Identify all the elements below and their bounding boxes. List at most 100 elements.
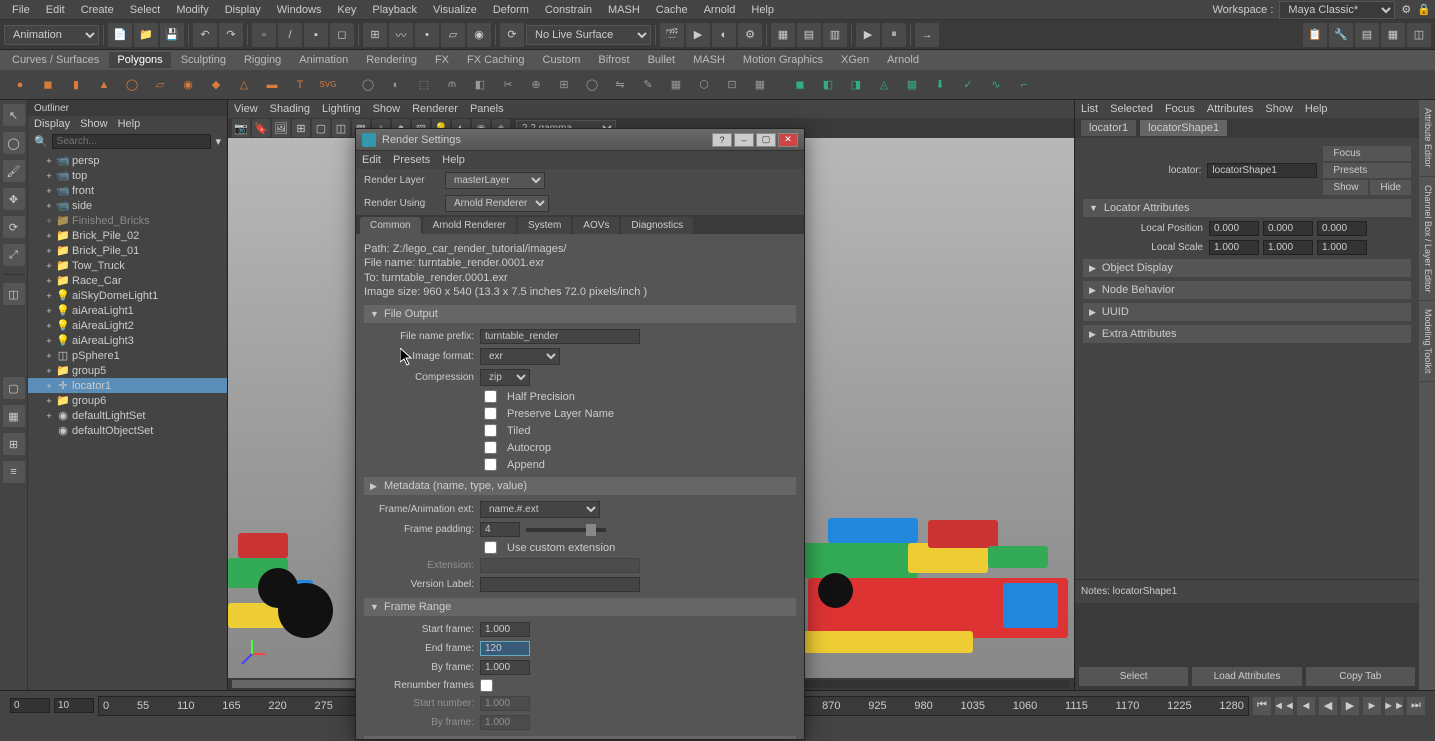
next-icon[interactable]: → [915, 23, 939, 47]
snap-plane-icon[interactable]: ▱ [441, 23, 465, 47]
play-back-icon[interactable]: ◀ [1319, 697, 1337, 715]
side-tab-modeling-toolkit[interactable]: Modeling Toolkit [1419, 301, 1435, 382]
notes-textarea[interactable] [1075, 603, 1419, 663]
poly-torus-icon[interactable]: ◯ [120, 73, 144, 97]
section-file-output[interactable]: ▼File Output [364, 305, 796, 323]
dialog-titlebar[interactable]: Render Settings ? – ▢ ✕ [356, 129, 804, 151]
render-using-select[interactable]: Arnold Renderer [445, 195, 549, 212]
outliner-item-psphere1[interactable]: +◫pSphere1 [28, 348, 227, 363]
frame-padding-slider[interactable] [526, 528, 606, 532]
poly-pyramid-icon[interactable]: △ [232, 73, 256, 97]
bevel-icon[interactable]: ◧ [468, 73, 492, 97]
attr-menu-selected[interactable]: Selected [1110, 103, 1153, 115]
live-surface-select[interactable]: No Live Surface [526, 25, 651, 45]
menu-windows[interactable]: Windows [269, 2, 330, 18]
separate-icon[interactable]: ◐ [384, 73, 408, 97]
single-perspective-icon[interactable]: ▢ [3, 377, 25, 399]
render-layer-select[interactable]: masterLayer [445, 172, 545, 189]
sculpt-icon[interactable]: ✎ [636, 73, 660, 97]
local-position-x[interactable] [1209, 221, 1259, 236]
compression-select[interactable]: zip [480, 369, 530, 386]
dlg-tab-arnold[interactable]: Arnold Renderer [423, 217, 516, 234]
menu-modify[interactable]: Modify [168, 2, 216, 18]
renumber-frames-checkbox[interactable] [480, 679, 493, 692]
outliner-item-group5[interactable]: +📁group5 [28, 363, 227, 378]
outliner-search-input[interactable] [52, 134, 212, 149]
insert-edge-icon[interactable]: ⊞ [552, 73, 576, 97]
shelf-tab-arnold[interactable]: Arnold [879, 52, 927, 68]
shelf-tab-bullet[interactable]: Bullet [640, 52, 684, 68]
dlg-tab-aovs[interactable]: AOVs [573, 217, 619, 234]
section-object-display[interactable]: ▶Object Display [1083, 259, 1411, 277]
dlg-tab-system[interactable]: System [518, 217, 571, 234]
vp-resolution-gate-icon[interactable]: ◫ [332, 119, 350, 137]
poly-type-icon[interactable]: T [288, 73, 312, 97]
version-label-input[interactable] [480, 577, 640, 592]
menu-display[interactable]: Display [217, 2, 269, 18]
menu-help[interactable]: Help [743, 2, 782, 18]
layer-editor-toggle-icon[interactable]: ▦ [1381, 23, 1405, 47]
vp-menu-show[interactable]: Show [373, 103, 401, 115]
section-extra-attributes[interactable]: ▶Extra Attributes [1083, 325, 1411, 343]
saved-layout-icon[interactable]: ⊞ [3, 433, 25, 455]
four-view-icon[interactable]: ▦ [3, 405, 25, 427]
outliner-item-front[interactable]: +📹front [28, 183, 227, 198]
menu-cache[interactable]: Cache [648, 2, 696, 18]
step-fwd-key-icon[interactable]: ►► [1385, 697, 1403, 715]
open-scene-icon[interactable]: 📁 [134, 23, 158, 47]
presets-button[interactable]: Presets [1323, 163, 1411, 178]
section-frame-range[interactable]: ▼Frame Range [364, 598, 796, 616]
menuset-select[interactable]: Animation [4, 25, 99, 45]
go-start-icon[interactable]: ⏮ [1253, 697, 1271, 715]
poly-disc-icon[interactable]: ◉ [176, 73, 200, 97]
step-fwd-icon[interactable]: ► [1363, 697, 1381, 715]
dlg-tab-diagnostics[interactable]: Diagnostics [621, 217, 693, 234]
mirror-icon[interactable]: ⇋ [608, 73, 632, 97]
last-tool-icon[interactable]: ◫ [3, 283, 25, 305]
menu-deform[interactable]: Deform [485, 2, 537, 18]
snap-live-icon[interactable]: ◉ [467, 23, 491, 47]
panel-layout2-icon[interactable]: ▤ [797, 23, 821, 47]
outliner-item-aiarealight2[interactable]: +💡aiAreaLight2 [28, 318, 227, 333]
menu-create[interactable]: Create [73, 2, 122, 18]
panel-layout1-icon[interactable]: ▦ [771, 23, 795, 47]
side-tab-channel-box[interactable]: Channel Box / Layer Editor [1419, 177, 1435, 302]
attr-menu-help[interactable]: Help [1305, 103, 1328, 115]
platonic-icon[interactable]: ◆ [204, 73, 228, 97]
preserve-layer-checkbox[interactable] [484, 407, 497, 420]
shelf-tab-xgen[interactable]: XGen [833, 52, 877, 68]
sel-object-icon[interactable]: ◻ [330, 23, 354, 47]
outliner-menu-show[interactable]: Show [80, 118, 108, 130]
panel-layout3-icon[interactable]: ▥ [823, 23, 847, 47]
shelf-tab-polygons[interactable]: Polygons [109, 52, 170, 68]
append-checkbox[interactable] [484, 458, 497, 471]
render-settings-icon[interactable]: ⚙ [738, 23, 762, 47]
poly-cube-icon[interactable]: ◼ [36, 73, 60, 97]
local-position-y[interactable] [1263, 221, 1313, 236]
render-frame-icon[interactable]: ▶ [686, 23, 710, 47]
poly-sphere-icon[interactable]: ● [8, 73, 32, 97]
outliner-item-finished_bricks[interactable]: +📁Finished_Bricks [28, 213, 227, 228]
attr-editor-toggle-icon[interactable]: 📋 [1303, 23, 1327, 47]
shelf-tab-fx[interactable]: FX [427, 52, 457, 68]
outliner-item-side[interactable]: +📹side [28, 198, 227, 213]
vp-select-camera-icon[interactable]: 📷 [232, 119, 250, 137]
vp-menu-shading[interactable]: Shading [270, 103, 310, 115]
save-scene-icon[interactable]: 💾 [160, 23, 184, 47]
shelf-tab-curves[interactable]: Curves / Surfaces [4, 52, 107, 68]
range-start-input[interactable] [10, 698, 50, 713]
end-frame-input[interactable] [480, 641, 530, 656]
show-button[interactable]: Show [1323, 180, 1368, 195]
outliner-item-defaultobjectset[interactable]: ◉defaultObjectSet [28, 423, 227, 438]
dlg-menu-edit[interactable]: Edit [362, 154, 381, 166]
dlg-menu-help[interactable]: Help [442, 154, 465, 166]
frame-anim-ext-select[interactable]: name.#.ext [480, 501, 600, 518]
move-tool-icon[interactable]: ✥ [3, 188, 25, 210]
shelf-tab-bifrost[interactable]: Bifrost [590, 52, 637, 68]
menu-visualize[interactable]: Visualize [425, 2, 485, 18]
outliner-menu-help[interactable]: Help [118, 118, 141, 130]
locator-name-input[interactable] [1207, 163, 1317, 178]
combine-icon[interactable]: ◯ [356, 73, 380, 97]
section-locator-attributes[interactable]: ▼Locator Attributes [1083, 199, 1411, 217]
attr-menu-focus[interactable]: Focus [1165, 103, 1195, 115]
